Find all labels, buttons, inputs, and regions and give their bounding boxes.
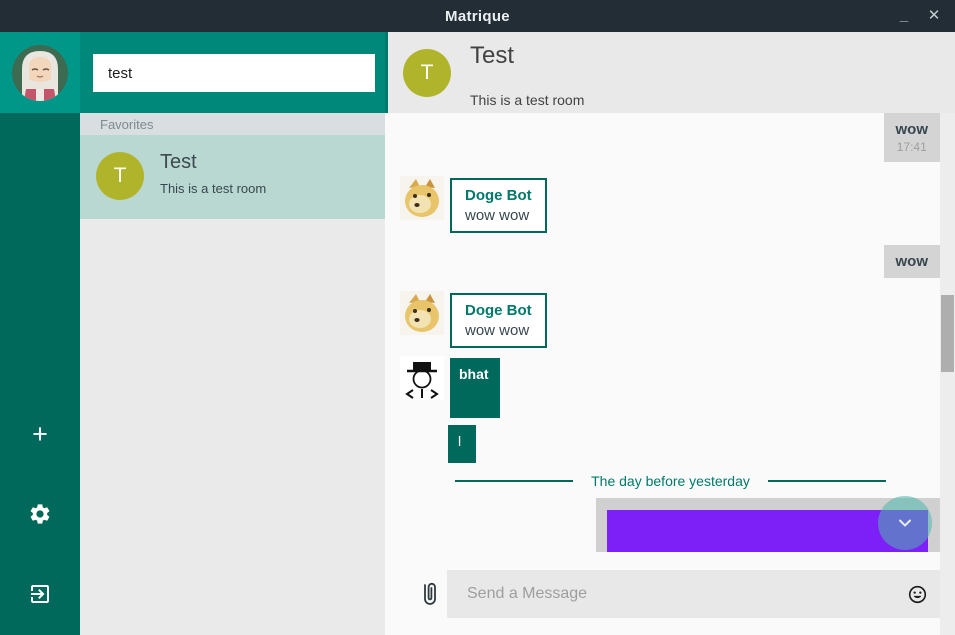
date-divider: The day before yesterday — [455, 473, 886, 489]
app-body: + Favorites T — [0, 32, 955, 635]
titlebar: Matrique _ ✕ — [0, 0, 955, 32]
window-title: Matrique — [445, 8, 510, 25]
room-list-empty-area — [80, 219, 385, 635]
message-member: l — [448, 425, 476, 463]
chat-room-avatar: T — [403, 49, 451, 97]
close-button[interactable]: ✕ — [919, 0, 949, 32]
room-list-panel: Favorites T Test This is a test room — [80, 32, 385, 635]
composer-bar — [385, 556, 940, 635]
favorites-section-header[interactable]: Favorites — [80, 113, 385, 135]
doge-bot-avatar[interactable] — [400, 176, 444, 220]
minimize-button[interactable]: _ — [889, 0, 919, 32]
logout-button[interactable] — [0, 582, 80, 611]
chat-panel: T Test This is a test room wow 17:41 — [385, 32, 955, 635]
sender-name: Doge Bot — [465, 187, 532, 204]
app-window: Matrique _ ✕ + — [0, 0, 955, 635]
exit-icon — [28, 582, 52, 606]
favorites-label: Favorites — [100, 117, 153, 132]
scroll-to-bottom-button[interactable] — [878, 496, 932, 550]
timestamp: 17:41 — [896, 140, 929, 154]
divider-line — [768, 480, 886, 482]
message-doge-bot: Doge Bot wow wow — [450, 293, 547, 348]
settings-button[interactable] — [0, 502, 80, 531]
sender-name: Doge Bot — [465, 302, 532, 319]
chat-room-topic: This is a test room — [470, 92, 584, 108]
user-avatar[interactable] — [12, 45, 68, 101]
scrollbar-thumb[interactable] — [941, 295, 954, 372]
nav-sidebar: + — [0, 32, 80, 635]
chat-header: T Test This is a test room — [385, 32, 955, 113]
add-room-button[interactable]: + — [0, 421, 80, 447]
profile-section[interactable] — [0, 32, 80, 113]
divider-line — [455, 480, 573, 482]
chat-room-name: Test — [470, 42, 514, 70]
message-own: wow 17:41 — [884, 113, 941, 162]
message-input[interactable] — [447, 570, 940, 618]
room-search-header — [80, 32, 385, 113]
room-name: Test — [160, 151, 197, 174]
chevron-down-icon — [895, 513, 915, 533]
room-topic: This is a test room — [160, 181, 266, 196]
chat-scrollbar[interactable] — [940, 113, 955, 635]
search-input[interactable] — [93, 54, 375, 92]
message-own: wow — [884, 245, 941, 278]
divider-label: The day before yesterday — [573, 473, 768, 489]
doge-bot-avatar[interactable] — [400, 291, 444, 335]
gear-icon — [28, 502, 52, 526]
message-member: bhat — [450, 358, 500, 418]
room-avatar: T — [96, 152, 144, 200]
window-controls: _ ✕ — [889, 0, 949, 32]
emoji-icon[interactable] — [908, 585, 927, 604]
attach-file-icon[interactable] — [418, 579, 442, 611]
bhat-avatar[interactable] — [400, 356, 444, 400]
message-doge-bot: Doge Bot wow wow — [450, 178, 547, 233]
room-list-item-test[interactable]: T Test This is a test room — [80, 135, 385, 219]
